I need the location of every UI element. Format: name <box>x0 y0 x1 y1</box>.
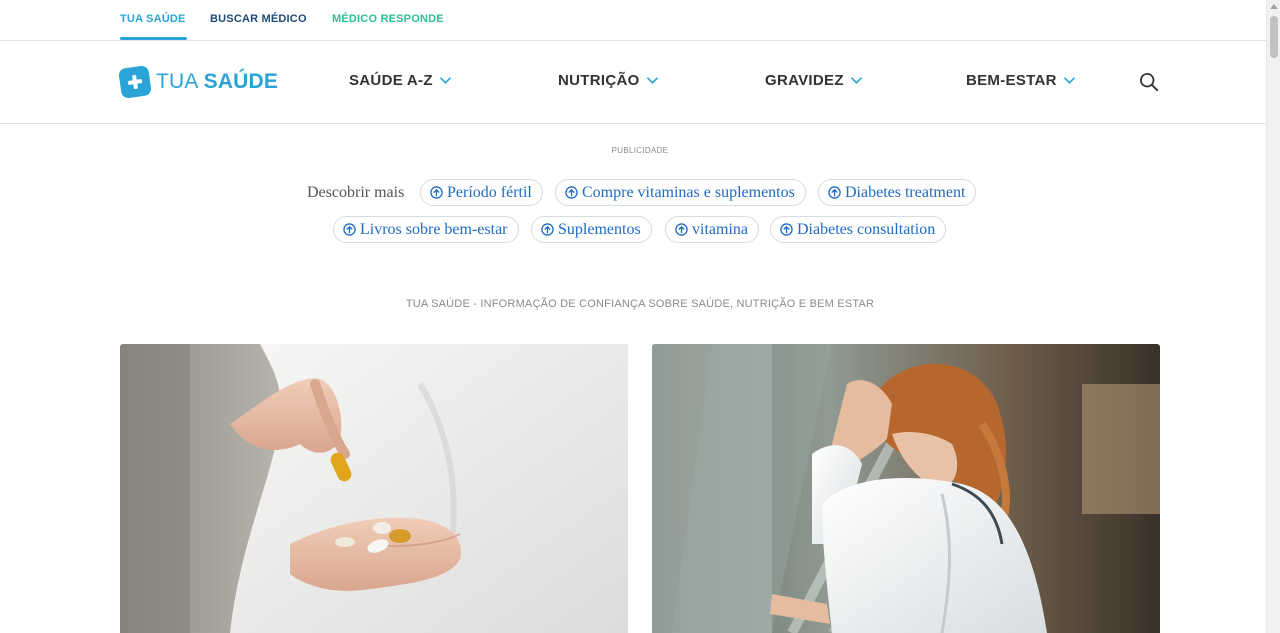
chip-label: Compre vitaminas e suplementos <box>582 183 795 201</box>
article-card-image-doctor[interactable] <box>652 344 1160 633</box>
ad-chip-periodo-fertil[interactable]: Período fértil <box>420 179 543 206</box>
ad-chip-compre-vitaminas[interactable]: Compre vitaminas e suplementos <box>555 179 806 206</box>
article-card-image-pills[interactable] <box>120 344 628 633</box>
page-scrollbar[interactable] <box>1266 0 1280 633</box>
ad-chip-diabetes-treatment[interactable]: Diabetes treatment <box>818 179 977 206</box>
nav-label: GRAVIDEZ <box>765 72 844 89</box>
ad-chip-livros-bem-estar[interactable]: Livros sobre bem-estar <box>333 216 519 243</box>
chevron-down-icon <box>646 77 658 84</box>
arrow-up-circle-icon <box>565 186 578 199</box>
logo-word-saude: SAÚDE <box>203 70 279 93</box>
logo-word-tua: TUA <box>156 70 199 93</box>
scrollbar-thumb[interactable] <box>1270 16 1278 58</box>
scroll-up-arrow-icon[interactable] <box>1270 4 1278 9</box>
ad-chip-diabetes-consultation[interactable]: Diabetes consultation <box>770 216 947 243</box>
ad-chip-suplementos[interactable]: Suplementos <box>531 216 652 243</box>
discover-more-label: Descobrir mais <box>307 184 405 201</box>
chip-label: Livros sobre bem-estar <box>360 220 508 238</box>
logo-plus-icon <box>118 65 152 99</box>
arrow-up-circle-icon <box>343 223 356 236</box>
chip-label: vitamina <box>692 220 748 238</box>
chevron-down-icon <box>1063 77 1075 84</box>
arrow-up-circle-icon <box>541 223 554 236</box>
logo-text: TUA SAÚDE <box>156 70 278 94</box>
chip-label: Suplementos <box>558 220 641 238</box>
nav-gravidez[interactable]: GRAVIDEZ <box>765 72 862 89</box>
site-tagline: TUA SAÚDE - INFORMAÇÃO DE CONFIANÇA SOBR… <box>405 298 875 310</box>
ad-label: PUBLICIDADE <box>611 146 669 155</box>
chip-label: Período fértil <box>447 183 532 201</box>
chip-label: Diabetes consultation <box>797 220 936 238</box>
tab-buscar-medico[interactable]: BUSCAR MÉDICO <box>210 13 307 25</box>
arrow-up-circle-icon <box>828 186 841 199</box>
pills-in-hand-image <box>120 344 628 633</box>
nav-saude-a-z[interactable]: SAÚDE A-Z <box>349 72 451 89</box>
site-logo[interactable]: TUA SAÚDE <box>118 65 278 99</box>
arrow-up-circle-icon <box>780 223 793 236</box>
tab-medico-responde[interactable]: MÉDICO RESPONDE <box>332 13 444 25</box>
nav-bem-estar[interactable]: BEM-ESTAR <box>966 72 1075 89</box>
chevron-down-icon <box>439 77 451 84</box>
top-site-switcher: TUA SAÚDE BUSCAR MÉDICO MÉDICO RESPONDE <box>0 0 1266 41</box>
nav-nutricao[interactable]: NUTRIÇÃO <box>558 72 658 89</box>
nav-label: BEM-ESTAR <box>966 72 1057 89</box>
active-tab-indicator <box>120 37 187 40</box>
arrow-up-circle-icon <box>430 186 443 199</box>
arrow-up-circle-icon <box>675 223 688 236</box>
ad-chip-vitamina[interactable]: vitamina <box>665 216 759 243</box>
tired-doctor-image <box>652 344 1160 633</box>
nav-label: NUTRIÇÃO <box>558 72 640 89</box>
tab-tua-saude[interactable]: TUA SAÚDE <box>120 13 186 25</box>
nav-label: SAÚDE A-Z <box>349 72 433 89</box>
chip-label: Diabetes treatment <box>845 183 966 201</box>
chevron-down-icon <box>850 77 862 84</box>
search-icon[interactable] <box>1139 72 1159 92</box>
main-header: TUA SAÚDE SAÚDE A-Z NUTRIÇÃO GRAVIDEZ BEM… <box>0 41 1266 124</box>
